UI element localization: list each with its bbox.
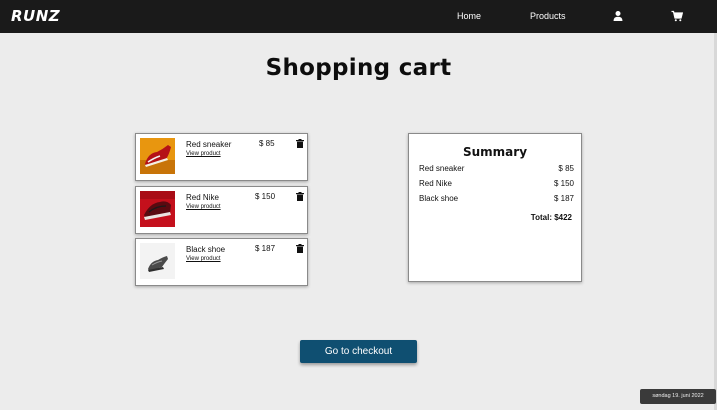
cart-item: Red sneaker View product $ 85: [135, 133, 308, 181]
cart-icon[interactable]: [671, 10, 683, 22]
product-name: Red sneaker: [186, 140, 232, 149]
cart-item: Red Nike View product $ 150: [135, 186, 308, 234]
view-product-link[interactable]: View product: [186, 151, 221, 157]
checkout-button[interactable]: Go to checkout: [300, 340, 417, 363]
trash-icon[interactable]: [296, 244, 304, 253]
product-image[interactable]: [140, 138, 175, 174]
view-product-link[interactable]: View product: [186, 204, 221, 210]
taskbar-date: søndag 19. juni 2022: [640, 389, 716, 404]
summary-title: Summary: [462, 145, 528, 159]
product-price: $ 85: [259, 139, 275, 148]
trash-icon[interactable]: [296, 139, 304, 148]
navbar: RUNZ Home Products: [0, 0, 717, 33]
view-product-link[interactable]: View product: [186, 256, 221, 262]
page-title: Shopping cart: [265, 55, 452, 81]
product-image[interactable]: [140, 243, 175, 279]
nav-link-products[interactable]: Products: [530, 11, 566, 21]
summary-item-price: $ 150: [553, 179, 574, 188]
nav-link-home[interactable]: Home: [457, 11, 481, 21]
product-price: $ 187: [255, 244, 276, 253]
summary-item-name: Black shoe: [419, 194, 459, 203]
summary-item-price: $ 187: [553, 194, 574, 203]
user-icon[interactable]: [612, 10, 624, 22]
cart-item: Black shoe View product $ 187: [135, 238, 308, 286]
summary-item-name: Red sneaker: [419, 164, 465, 173]
summary-total: Total: $422: [530, 213, 572, 222]
summary-item-name: Red Nike: [419, 179, 452, 188]
order-summary: Summary Red sneaker $ 85 Red Nike $ 150 …: [408, 133, 582, 282]
product-name: Black shoe: [186, 245, 226, 254]
product-image[interactable]: [140, 191, 175, 227]
trash-icon[interactable]: [296, 192, 304, 201]
product-price: $ 150: [255, 192, 276, 201]
summary-item-price: $ 85: [558, 164, 574, 173]
logo[interactable]: RUNZ: [11, 7, 60, 25]
product-name: Red Nike: [186, 193, 219, 202]
